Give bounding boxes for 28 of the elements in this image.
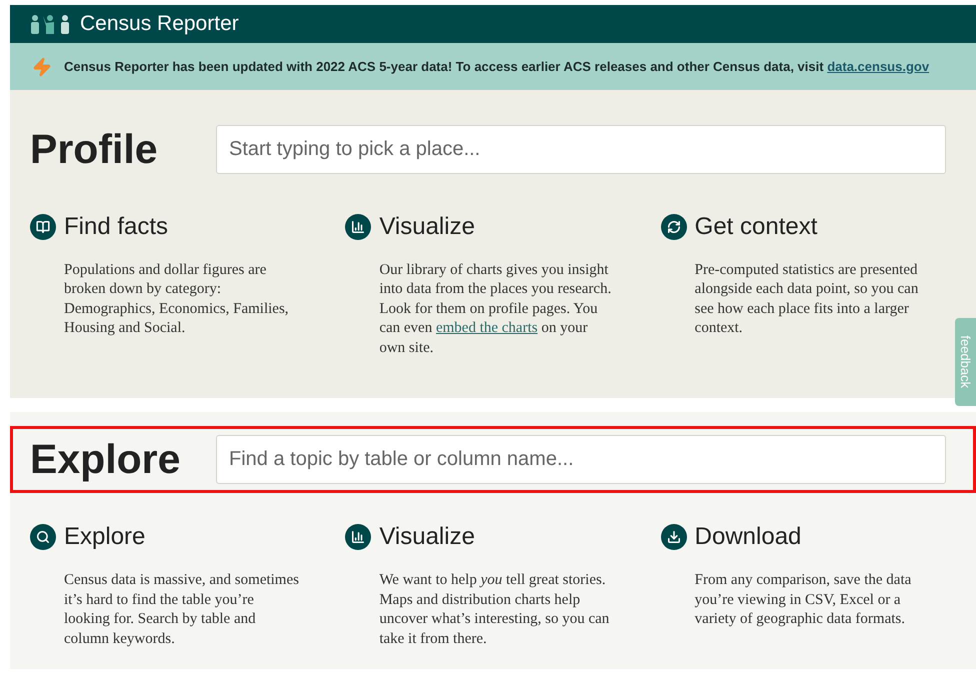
feature-heading: Visualize [379,213,475,241]
section-title: Profile [30,125,159,174]
section-title: Explore [30,435,180,484]
bar-chart-icon [345,524,372,550]
feature-description: Populations and dollar figures are broken down by category: Demographics, Economics, Families, Housing and Social. [64,260,290,338]
embed-link[interactable]: embed the charts [436,320,538,336]
bar-chart-icon [345,214,372,240]
search-icon [30,524,56,550]
download-icon [660,524,687,550]
feature-heading: Download [694,523,802,552]
feature-description: From any comparison, save the data you’re viewing in CSV, Excel or a variety of geographic data formats. [694,571,912,630]
refresh-icon [660,214,687,240]
banner-text: Census Reporter has been updated with 2022 ACS 5-year data! To access earlier ACS releases and other Census data, visit data.census.gov [64,58,930,76]
lightning-icon [32,56,52,76]
search-field[interactable]: Start typing to pick a place... [216,125,946,174]
feature-description: Census data is massive, and sometimes it’s hard to find the table you’re looking for. Search by table and column keywords. [64,571,300,649]
feature-heading: Get context [694,213,818,241]
book-icon [30,214,56,240]
people-logo-icon [30,14,72,34]
census-link[interactable]: data.census.gov [827,58,930,74]
site-title[interactable]: Census Reporter [80,8,239,40]
feature-heading: Visualize [379,523,475,552]
feature-heading: Explore [64,523,146,552]
feature-description: We want to help you tell great stories. Maps and distribution charts help uncover what’s interesting, so you can take it from there. [379,571,610,649]
feature-heading: Find facts [64,213,168,241]
feature-description: Our library of charts gives you insight into data from the places you research. Look for them on profile pages. You can even embed the charts on your own site. [379,260,612,358]
feature-description: Pre-computed statistics are presented alongside each data point, so you can see how each place fits into a larger context. [694,260,920,338]
search-field[interactable]: Find a topic by table or column name... [216,435,946,484]
